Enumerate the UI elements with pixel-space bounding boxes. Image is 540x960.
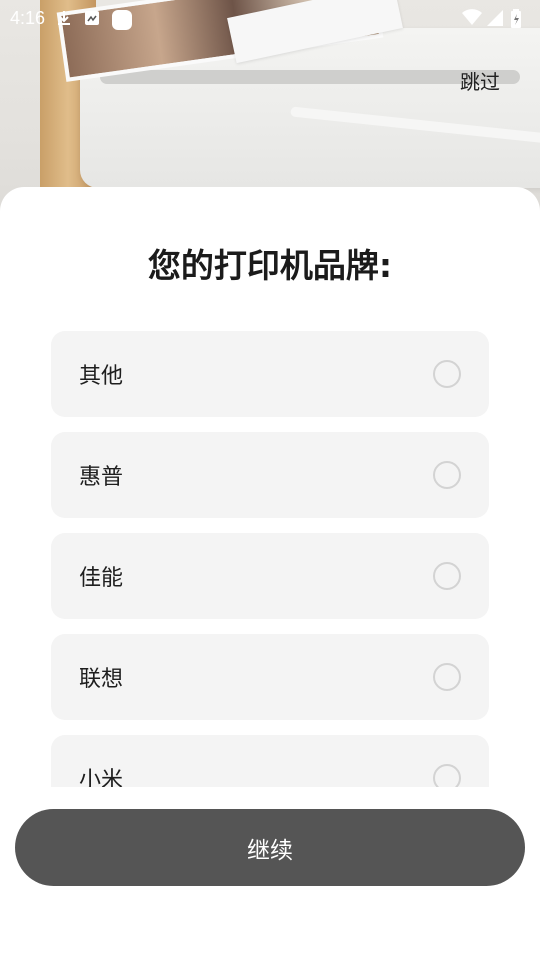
status-time: 4:16 [10,7,46,28]
radio-button[interactable] [433,461,461,489]
continue-button[interactable]: 继续 [15,809,525,886]
radio-button[interactable] [433,360,461,388]
option-label: 佳能 [79,566,124,591]
printer-slot [100,70,520,84]
signal-icon [486,9,504,27]
option-label: 惠普 [79,465,124,490]
brand-options-list[interactable]: 其他 惠普 佳能 联想 小米 [51,331,489,787]
continue-label: 继续 [247,836,293,863]
brand-option-hp[interactable]: 惠普 [51,432,489,518]
radio-button[interactable] [433,764,461,787]
brand-selection-sheet: 您的打印机品牌: 其他 惠普 佳能 联想 小米 继续 [0,187,540,960]
status-bar-left: 4:16 [10,7,133,30]
brand-option-other[interactable]: 其他 [51,331,489,417]
option-label: 联想 [79,667,124,692]
status-bar-right [462,9,528,28]
brand-option-xiaomi[interactable]: 小米 [51,735,489,787]
download-icon [55,9,73,27]
app-icon [111,9,133,30]
battery-icon [510,9,528,28]
skip-button[interactable]: 跳过 [460,66,500,95]
option-label: 其他 [79,364,124,389]
wifi-icon [462,9,482,27]
notification-icon [83,9,101,27]
brand-option-canon[interactable]: 佳能 [51,533,489,619]
brand-option-lenovo[interactable]: 联想 [51,634,489,720]
status-bar: 4:16 [0,0,540,36]
option-label: 小米 [79,768,124,787]
radio-button[interactable] [433,663,461,691]
radio-button[interactable] [433,562,461,590]
page-title: 您的打印机品牌: [147,246,393,285]
